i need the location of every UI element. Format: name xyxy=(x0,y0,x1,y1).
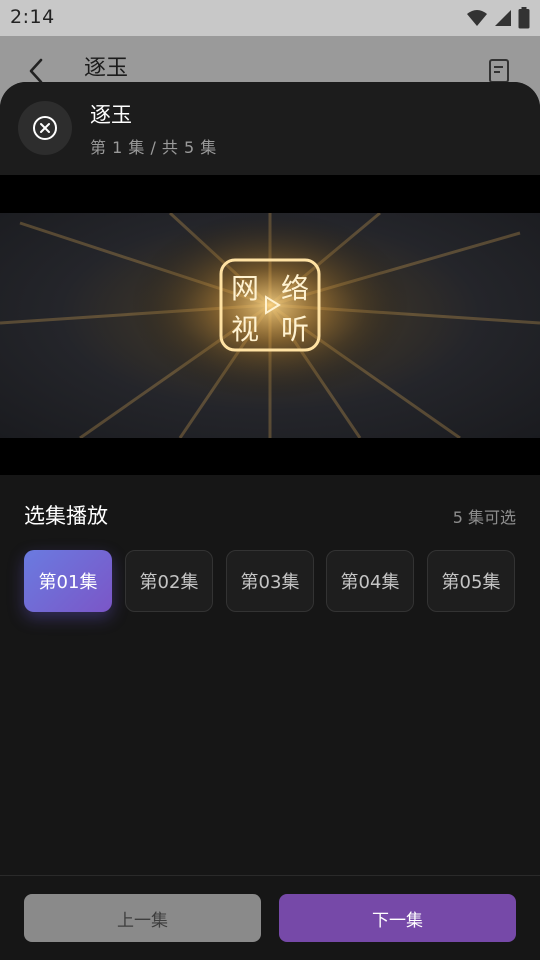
episode-button-04[interactable]: 第04集 xyxy=(326,550,414,612)
video-player[interactable]: 网 络 视 听 xyxy=(0,175,540,475)
status-bar: 2:14 xyxy=(0,0,540,36)
next-episode-button[interactable]: 下一集 xyxy=(279,894,516,942)
close-button[interactable] xyxy=(18,101,72,155)
sheet-title: 逐玉 xyxy=(90,103,132,127)
episode-button-05[interactable]: 第05集 xyxy=(427,550,515,612)
video-logo: 网 络 视 听 xyxy=(0,213,540,438)
episode-count: 5 集可选 xyxy=(452,508,516,527)
status-time: 2:14 xyxy=(10,6,55,28)
logo-char: 网 xyxy=(231,272,259,305)
episode-section-title: 选集播放 xyxy=(24,504,108,528)
status-icons xyxy=(466,7,530,29)
logo-char: 视 xyxy=(231,313,259,346)
episode-progress: 第 1 集 / 共 5 集 xyxy=(90,138,217,157)
video-frame: 网 络 视 听 xyxy=(0,213,540,438)
episode-button-01[interactable]: 第01集 xyxy=(24,550,112,612)
wifi-icon xyxy=(467,10,487,26)
episode-sheet: 逐玉 第 1 集 / 共 5 集 网 络 视 听 选集播放 5 集可选 第01集… xyxy=(0,82,540,960)
episode-button-03[interactable]: 第03集 xyxy=(226,550,314,612)
episode-list: 第01集 第02集 第03集 第04集 第05集 xyxy=(24,550,516,612)
episode-button-02[interactable]: 第02集 xyxy=(125,550,213,612)
battery-icon xyxy=(518,7,530,29)
previous-episode-button[interactable]: 上一集 xyxy=(24,894,261,942)
sheet-header: 逐玉 第 1 集 / 共 5 集 xyxy=(0,82,540,175)
underlying-title: 逐玉 xyxy=(84,56,129,81)
logo-char: 络 xyxy=(281,272,309,305)
signal-icon xyxy=(495,10,511,26)
close-circle-icon xyxy=(33,116,57,140)
logo-char: 听 xyxy=(281,313,309,346)
screen: 2:14 逐玉 逐玉 第 1 集 / 共 5 集 网 络 视 听 选集播放 5 … xyxy=(0,0,540,960)
sheet-footer: 上一集 下一集 xyxy=(0,875,540,960)
